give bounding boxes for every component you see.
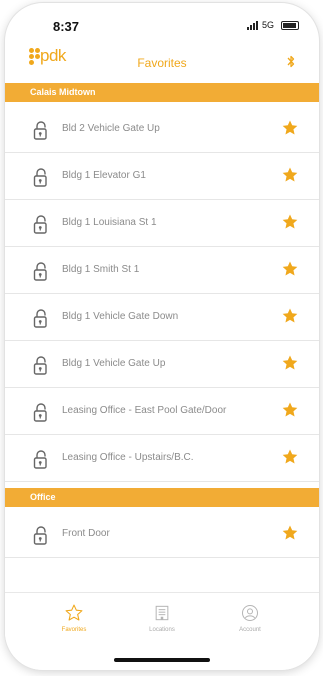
- door-name: Bldg 1 Vehicle Gate Up: [62, 358, 166, 369]
- list-item[interactable]: Bldg 1 Smith St 1: [5, 247, 319, 294]
- account-circle-icon: [242, 605, 258, 621]
- list-item[interactable]: Bldg 1 Louisiana St 1: [5, 200, 319, 247]
- door-name: Bldg 1 Louisiana St 1: [62, 217, 157, 228]
- favorite-star-icon[interactable]: [281, 213, 299, 231]
- lock-icon: [33, 356, 47, 375]
- status-time: 8:37: [53, 19, 80, 34]
- lock-icon: [33, 309, 47, 328]
- favorite-star-icon[interactable]: [281, 260, 299, 278]
- list-item[interactable]: Leasing Office - East Pool Gate/Door: [5, 388, 319, 435]
- lock-icon: [33, 403, 47, 422]
- lock-icon: [33, 450, 47, 469]
- status-indicators: 5G: [246, 20, 299, 30]
- lock-icon: [33, 526, 47, 545]
- phone-screen: 8:37 5G pdk Favorites Calais Midtown Bld…: [5, 3, 319, 670]
- list-item[interactable]: Bldg 1 Vehicle Gate Up: [5, 341, 319, 388]
- lock-icon: [33, 215, 47, 234]
- door-name: Leasing Office - East Pool Gate/Door: [62, 405, 227, 416]
- favorite-star-icon[interactable]: [281, 354, 299, 372]
- page-title: Favorites: [137, 56, 187, 70]
- battery-icon: [281, 20, 299, 30]
- door-name: Bld 2 Vehicle Gate Up: [62, 123, 160, 134]
- door-name: Bldg 1 Elevator G1: [62, 170, 146, 181]
- status-bar: 8:37 5G: [5, 3, 319, 41]
- tab-favorites[interactable]: Favorites: [29, 603, 119, 633]
- door-name: Bldg 1 Vehicle Gate Down: [62, 311, 179, 322]
- section-header-calais-midtown: Calais Midtown: [5, 83, 319, 102]
- network-label: 5G: [261, 20, 274, 30]
- favorite-star-icon[interactable]: [281, 307, 299, 325]
- list-item[interactable]: Leasing Office - Upstairs/B.C.: [5, 435, 319, 482]
- tab-bar: Favorites Locations Account: [5, 592, 319, 670]
- favorite-star-icon[interactable]: [281, 119, 299, 137]
- signal-icon: [246, 20, 258, 30]
- tab-account-label: Account: [239, 627, 261, 633]
- building-icon: [155, 605, 169, 621]
- lock-icon: [33, 168, 47, 187]
- tab-account[interactable]: Account: [205, 603, 295, 633]
- tab-favorites-label: Favorites: [61, 627, 87, 633]
- section-header-office: Office: [5, 488, 319, 507]
- favorite-star-icon[interactable]: [281, 524, 299, 542]
- list-item[interactable]: Bldg 1 Elevator G1: [5, 153, 319, 200]
- list-item[interactable]: Bldg 1 Vehicle Gate Down: [5, 294, 319, 341]
- lock-icon: [33, 262, 47, 281]
- lock-icon: [33, 121, 47, 140]
- list-item[interactable]: Bld 2 Vehicle Gate Up: [5, 106, 319, 153]
- favorite-star-icon[interactable]: [281, 401, 299, 419]
- home-indicator[interactable]: [114, 658, 210, 662]
- door-name: Bldg 1 Smith St 1: [62, 264, 140, 275]
- bluetooth-icon[interactable]: [287, 55, 295, 68]
- door-name: Front Door: [62, 528, 110, 539]
- list-item[interactable]: Front Door: [5, 511, 319, 558]
- door-name: Leasing Office - Upstairs/B.C.: [62, 452, 194, 463]
- favorite-star-icon[interactable]: [281, 448, 299, 466]
- tab-locations-label: Locations: [149, 627, 175, 633]
- tab-locations[interactable]: Locations: [117, 603, 207, 633]
- star-outline-icon: [65, 604, 83, 621]
- favorite-star-icon[interactable]: [281, 166, 299, 184]
- app-header: pdk Favorites: [5, 39, 319, 81]
